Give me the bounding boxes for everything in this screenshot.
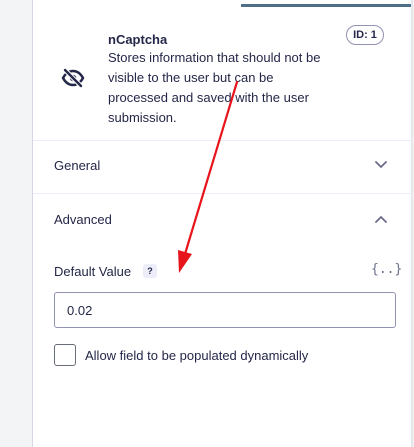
- section-advanced-title: Advanced: [54, 212, 112, 227]
- field-name: nCaptcha: [108, 32, 168, 47]
- default-value-input[interactable]: [54, 292, 396, 328]
- divider: [33, 193, 413, 194]
- section-general-title: General: [54, 158, 101, 173]
- divider: [33, 140, 413, 141]
- section-general[interactable]: General: [33, 142, 413, 192]
- field-id-badge: ID: 1: [346, 25, 384, 45]
- default-value-label: Default Value: [54, 264, 132, 279]
- chevron-up-icon: [375, 216, 387, 223]
- chevron-down-icon: [375, 161, 387, 168]
- merge-tag-icon[interactable]: {..}: [371, 262, 402, 277]
- field-card: nCaptcha Stores information that should …: [33, 8, 413, 140]
- dynamic-population-label: Allow field to be populated dynamically: [85, 348, 309, 363]
- active-tab-indicator: [241, 4, 412, 7]
- eye-slash-icon: [61, 68, 85, 88]
- dynamic-population-checkbox[interactable]: [54, 344, 76, 366]
- section-advanced[interactable]: Advanced: [33, 196, 413, 246]
- field-description: Stores information that should not be vi…: [108, 50, 321, 125]
- field-settings-panel: nCaptcha Stores information that should …: [32, 0, 413, 447]
- help-icon[interactable]: ?: [143, 264, 157, 278]
- left-rail: [0, 0, 32, 447]
- scrollbar[interactable]: [411, 0, 413, 447]
